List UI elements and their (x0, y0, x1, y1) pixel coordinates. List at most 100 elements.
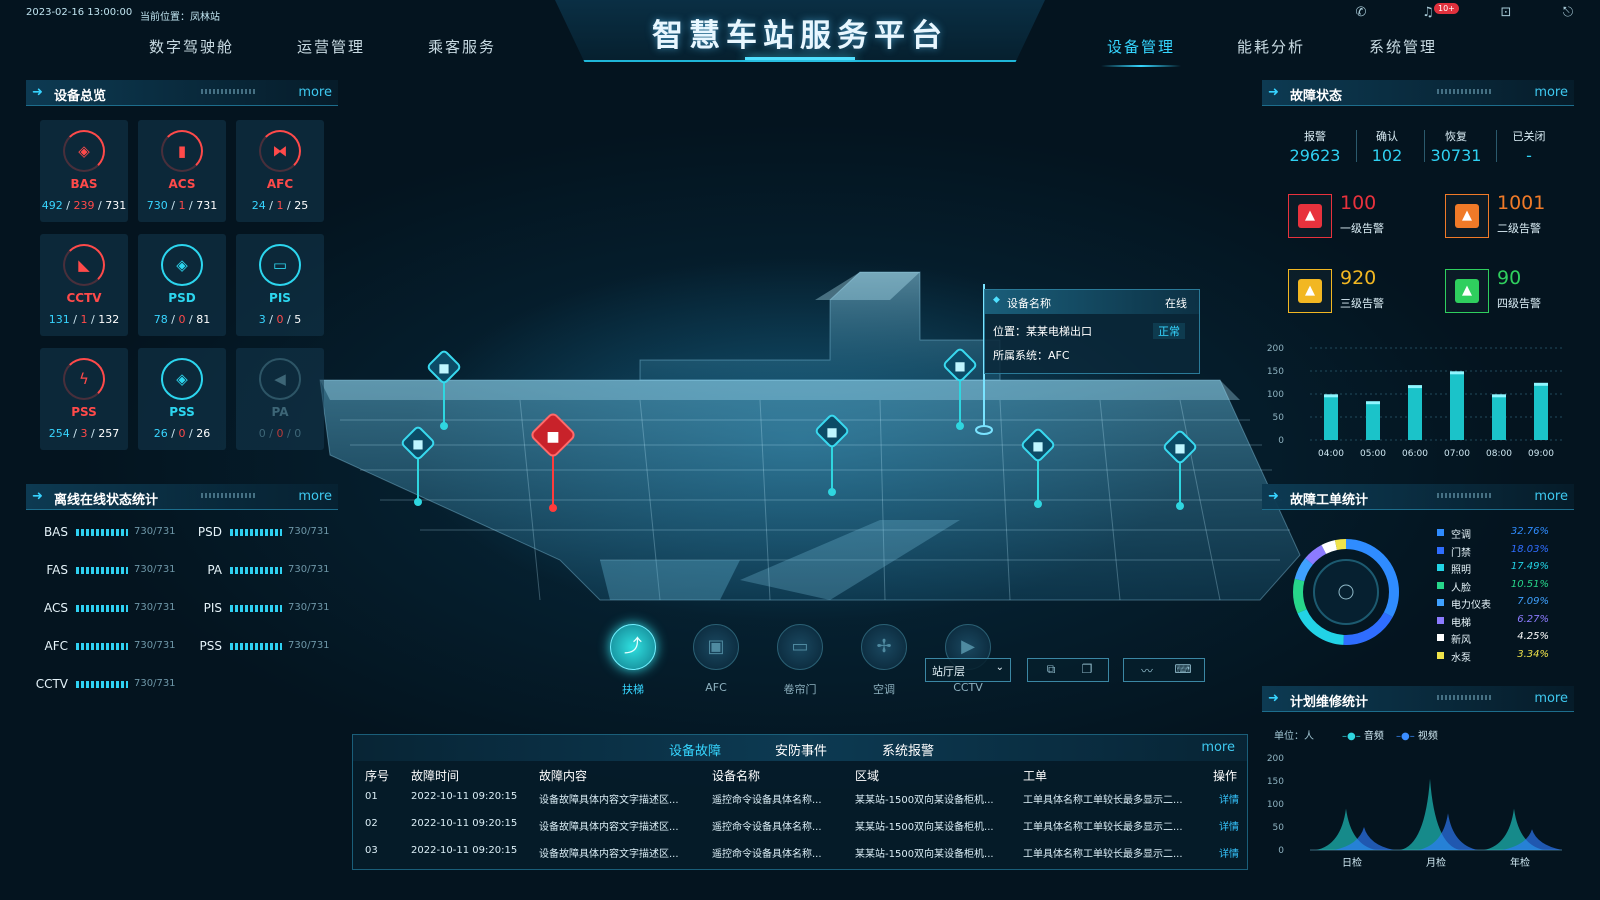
bar[interactable] (1366, 403, 1380, 440)
device-card-pis[interactable]: ▭ PIS 3 / 0 / 5 (236, 234, 324, 336)
device-card-counts: 131 / 1 / 132 (40, 313, 128, 326)
count-total: 26 (196, 427, 211, 440)
device-card-acs[interactable]: ▮ ACS 730 / 1 / 731 (138, 120, 226, 222)
maintenance-more-link[interactable]: more (1534, 691, 1568, 706)
nav-item-passenger-service[interactable]: 乘客服务 (428, 36, 496, 57)
gate-icon: ▣ (707, 636, 725, 657)
device-card-counts: 730 / 1 / 731 (138, 199, 226, 212)
phone-icon[interactable]: ✆ (1352, 5, 1370, 23)
line-chart-icon[interactable]: 〰 (1136, 662, 1158, 679)
summary-value: 102 (1371, 146, 1403, 165)
alarm-level-2[interactable]: ▲ 1001 二级告警 (1445, 192, 1585, 242)
tab-security-event[interactable]: 安防事件 (775, 740, 827, 759)
work-orders-more-link[interactable]: more (1534, 489, 1568, 504)
exit-icon[interactable]: ⎋ (1559, 5, 1577, 23)
tooltip-health-badge: 正常 (1153, 323, 1185, 339)
shutter-filter-label[interactable]: 卷帘门 (770, 681, 830, 697)
y-tick-label: 200 (1267, 344, 1284, 354)
device-card-cctv[interactable]: ◣ CCTV 131 / 1 / 132 (40, 234, 128, 336)
keyboard-icon[interactable]: ⌨ (1172, 662, 1194, 676)
bar[interactable] (1324, 396, 1338, 440)
svg-text:■: ■ (826, 425, 837, 439)
online-stat-value: 730/731 (288, 526, 330, 537)
x-tick-label: 年检 (1510, 856, 1530, 869)
legend-item: 空调 32.76% (1437, 526, 1549, 541)
device-card-psd[interactable]: ◈ PSD 78 / 0 / 81 (138, 234, 226, 336)
legend-item: 照明 17.49% (1437, 561, 1549, 576)
nav-item-cockpit[interactable]: 数字驾驶舱 (149, 36, 234, 57)
count-normal: 131 (48, 313, 70, 326)
bar[interactable] (1534, 384, 1548, 440)
device-card-name: PSD (168, 291, 196, 305)
row-device: 遥控命令设备具体名称... (712, 795, 822, 806)
nav-item-device-management[interactable]: 设备管理 (1100, 36, 1182, 67)
y-tick-label: 150 (1267, 367, 1284, 377)
legend-item: 水泵 3.34% (1437, 649, 1549, 664)
row-detail-link[interactable]: 详情 (1219, 845, 1239, 860)
device-card-pss[interactable]: ◈ PSS 26 / 0 / 26 (138, 348, 226, 450)
legend-video: –●– 视频 (1396, 727, 1438, 742)
device-card-pss[interactable]: ϟ PSS 254 / 3 / 257 (40, 348, 128, 450)
nav-item-energy-analysis[interactable]: 能耗分析 (1237, 36, 1305, 57)
legend-audio-swatch: –●– (1342, 731, 1361, 742)
device-overview-more-link[interactable]: more (298, 85, 332, 100)
alarm-level-4[interactable]: ▲ 90 四级告警 (1445, 267, 1585, 317)
afc-filter-label[interactable]: AFC (686, 681, 746, 694)
row-detail-link[interactable]: 详情 (1219, 791, 1239, 806)
alarm-level-1[interactable]: ▲ 100 一级告警 (1288, 192, 1428, 242)
table-row[interactable]: 02 2022-10-11 09:20:15 设备故障具体内容文字描述区... 遥控命… (353, 814, 1247, 836)
nav-item-operations[interactable]: 运营管理 (297, 36, 365, 57)
online-stat-row: PIS 730/731 (182, 601, 332, 617)
summary-label: 恢复 (1445, 130, 1467, 143)
fault-status-more-link[interactable]: more (1534, 85, 1568, 100)
online-stats-more-link[interactable]: more (298, 489, 332, 504)
afc-filter-button[interactable]: ▣ (693, 624, 739, 670)
device-card-bas[interactable]: ◈ BAS 492 / 239 / 731 (40, 120, 128, 222)
fault-table-more-link[interactable]: more (1201, 740, 1235, 755)
row-detail-link[interactable]: 详情 (1219, 818, 1239, 833)
y-tick-label: 150 (1267, 777, 1284, 787)
device-card-counts: 492 / 239 / 731 (40, 199, 128, 212)
table-row[interactable]: 03 2022-10-11 09:20:15 设备故障具体内容文字描述区... 遥控命… (353, 841, 1247, 863)
device-card-counts: 0 / 0 / 0 (236, 427, 324, 440)
tab-device-fault[interactable]: 设备故障 (669, 740, 721, 759)
escalator-filter-label[interactable]: 扶梯 (603, 681, 663, 697)
escalator-filter-button[interactable]: ⤴ (610, 624, 656, 670)
x-tick-label: 04:00 (1318, 449, 1344, 459)
escalator-icon: ⤴ (624, 636, 642, 657)
separator: / (69, 313, 81, 326)
row-index: 03 (365, 845, 378, 856)
alarm-level-3[interactable]: ▲ 920 三级告警 (1288, 267, 1428, 317)
alarm-label: 四级告警 (1497, 297, 1541, 310)
table-row[interactable]: 01 2022-10-11 09:20:15 设备故障具体内容文字描述区... 遥控命… (353, 787, 1247, 809)
ac-filter-label[interactable]: 空调 (854, 681, 914, 697)
device-card-afc[interactable]: ⧓ AFC 24 / 1 / 25 (236, 120, 324, 222)
bar[interactable] (1450, 373, 1464, 440)
ac-filter-button[interactable]: ✢ (861, 624, 907, 670)
copy-icon[interactable]: ❐ (1076, 662, 1098, 676)
device-card-pa[interactable]: ◀ PA 0 / 0 / 0 (236, 348, 324, 450)
alarm-label: 三级告警 (1340, 297, 1384, 310)
y-tick-label: 50 (1273, 823, 1285, 833)
online-stat-name: PA (207, 563, 222, 577)
online-stats-title: 离线在线状态统计 (54, 493, 159, 508)
x-tick-label: 07:00 (1444, 449, 1470, 459)
layers-icon[interactable]: ⧉ (1040, 662, 1062, 677)
legend-name: 电梯 (1451, 617, 1471, 629)
status-ring: ◈ (63, 130, 105, 172)
tab-system-alarm[interactable]: 系统报警 (882, 740, 934, 759)
legend-item: 人脸 10.51% (1437, 579, 1549, 594)
nav-item-system-management[interactable]: 系统管理 (1369, 36, 1437, 57)
shutter-filter-button[interactable]: ▭ (777, 624, 823, 670)
bar[interactable] (1408, 387, 1422, 440)
floor-select[interactable]: 站厅层 ⌄ (925, 658, 1011, 682)
bar[interactable] (1492, 396, 1506, 440)
legend-item: 电梯 6.27% (1437, 614, 1549, 629)
row-content: 设备故障具体内容文字描述区... (539, 822, 679, 833)
lock-icon[interactable]: ⊡ (1497, 5, 1515, 23)
decor-dashes (1437, 695, 1492, 700)
count-fault: 0 (276, 427, 284, 440)
cctv-filter-label[interactable]: CCTV (938, 681, 998, 694)
work-orders-header: ➜ 故障工单统计 more (1262, 484, 1574, 510)
bar-cap (1366, 401, 1380, 405)
